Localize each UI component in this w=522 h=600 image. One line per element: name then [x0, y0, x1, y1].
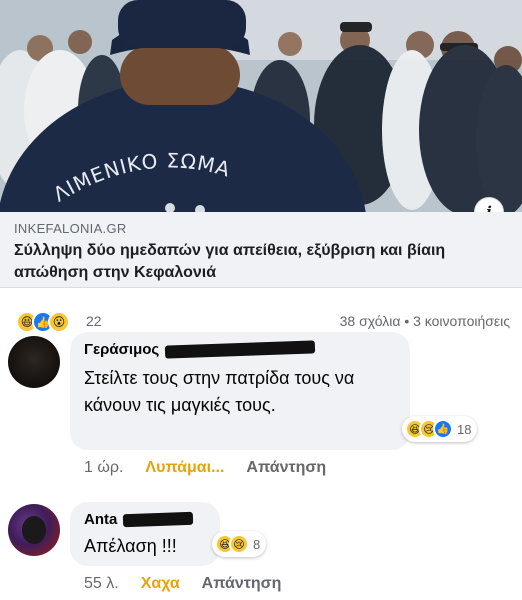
sad-icon: 😢	[229, 534, 249, 554]
comment-actions: 55 λ. Χαχα Απάντηση	[84, 575, 281, 593]
comment-text: Στείλτε τους στην πατρίδα τους να κάνουν…	[84, 368, 355, 415]
comment-bubble: Anta Απέλαση !!!	[70, 502, 220, 566]
link-domain: INKEFALONIA.GR	[14, 221, 127, 236]
react-button[interactable]: Χαχα	[141, 575, 180, 593]
comment-timestamp[interactable]: 55 λ.	[84, 575, 119, 593]
comment-reactions[interactable]: 😆 😢 👍 18	[402, 416, 478, 442]
comment-author[interactable]: Γεράσιμος	[84, 340, 396, 359]
react-button[interactable]: Λυπάμαι...	[145, 459, 224, 477]
link-preview-image[interactable]: ΛΙΜΕΝΙΚΟ ΣΩΜΑ i	[0, 0, 522, 212]
comment-author-name[interactable]: Γεράσιμος	[84, 341, 159, 358]
comment-reactions[interactable]: 😆 😢 8	[212, 531, 267, 557]
wow-icon: 😮	[48, 311, 70, 333]
reply-button[interactable]: Απάντηση	[246, 459, 326, 477]
comment-text: Απέλαση !!!	[84, 536, 177, 556]
comment-actions: 1 ώρ. Λυπάμαι... Απάντηση	[84, 459, 326, 477]
redaction-scribble	[165, 340, 316, 359]
avatar[interactable]	[8, 336, 60, 388]
comment-reaction-count: 18	[457, 421, 472, 437]
avatar[interactable]	[8, 504, 60, 556]
reaction-count[interactable]: 22	[86, 313, 102, 329]
comment-bubble: Γεράσιμος Στείλτε τους στην πατρίδα τους…	[70, 332, 410, 450]
comment-timestamp[interactable]: 1 ώρ.	[84, 459, 123, 477]
reaction-summary[interactable]: 😆 👍 😮	[16, 311, 70, 333]
reply-button[interactable]: Απάντηση	[202, 575, 282, 593]
link-title: Σύλληψη δύο ημεδαπών για απείθεια, εξύβρ…	[14, 242, 446, 281]
comment-reaction-count: 8	[253, 536, 261, 552]
comments-shares-count[interactable]: 38 σχόλια • 3 κοινοποιήσεις	[340, 313, 510, 329]
redaction-scribble	[123, 511, 194, 528]
like-icon: 👍	[433, 419, 453, 439]
link-preview-meta[interactable]: INKEFALONIA.GR Σύλληψη δύο ημεδαπών για …	[0, 212, 522, 288]
comment-author-name[interactable]: Anta	[84, 511, 117, 528]
preview-photo-scene: ΛΙΜΕΝΙΚΟ ΣΩΜΑ	[0, 0, 522, 212]
comment-author[interactable]: Anta	[84, 511, 206, 528]
